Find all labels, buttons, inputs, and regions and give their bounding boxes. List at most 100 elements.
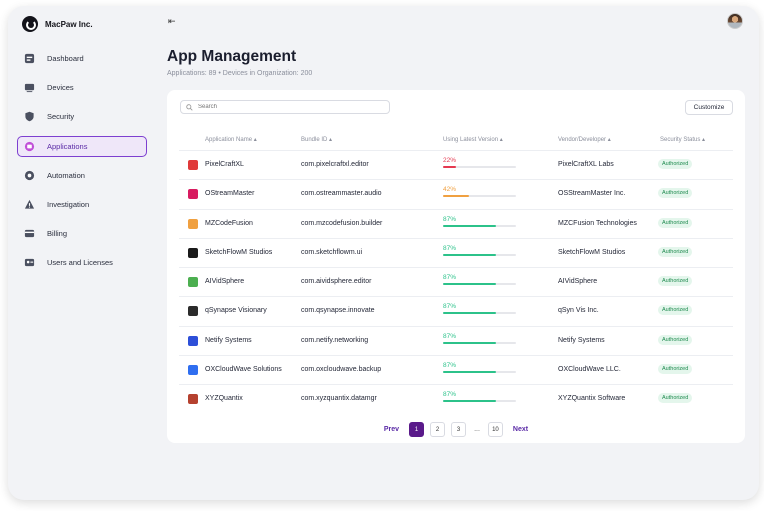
latest-version-bar-fill xyxy=(443,195,469,198)
status-badge: Authorized xyxy=(658,217,693,228)
applications-icon xyxy=(24,141,35,152)
latest-version-percent: 87% xyxy=(443,303,457,311)
sidebar: Dashboard Devices Security Applications … xyxy=(17,48,147,282)
app-icon xyxy=(188,218,198,229)
page-button-2[interactable]: 2 xyxy=(430,422,446,437)
sidebar-item-users-and-licenses[interactable]: Users and Licenses xyxy=(17,252,147,273)
latest-version-bar xyxy=(443,341,516,344)
latest-version-bar-fill xyxy=(443,312,497,315)
vendor-name: MZCFusion Technologies xyxy=(558,219,637,227)
customize-button[interactable]: Customize xyxy=(685,100,733,115)
billing-icon xyxy=(24,228,35,239)
latest-version-bar xyxy=(443,166,516,168)
latest-version-bar-fill xyxy=(443,166,457,168)
app-name[interactable]: XYZQuantix xyxy=(205,395,243,402)
sidebar-item-applications[interactable]: Applications xyxy=(17,135,147,157)
latest-version-bar xyxy=(443,253,516,256)
status-badge: Authorized xyxy=(658,159,693,169)
vendor-name: OXCloudWave LLC. xyxy=(558,366,621,374)
app-name[interactable]: AIVidSphere xyxy=(205,278,244,285)
bundle-id: com.pixelcraftxl.editor xyxy=(301,161,369,168)
latest-version-percent: 87% xyxy=(443,215,457,223)
sidebar-item-label: Users and Licenses xyxy=(47,258,113,268)
macpaw-logo-icon xyxy=(22,16,38,32)
table-row[interactable]: OStreamMaster com.ostreammaster.audio 42% O… xyxy=(179,179,733,208)
investigation-icon xyxy=(24,199,35,210)
latest-version-bar-fill xyxy=(443,224,497,227)
sidebar-item-label: Billing xyxy=(47,229,68,239)
sidebar-item-investigation[interactable]: Investigation xyxy=(17,194,147,215)
status-badge: Authorized xyxy=(658,334,693,345)
status-badge: Authorized xyxy=(658,305,693,316)
page-subtitle: Applications: 89 • Devices in Organizati… xyxy=(167,70,313,77)
page-button-3[interactable]: 3 xyxy=(451,422,467,437)
next-page-button[interactable]: Next xyxy=(509,426,532,433)
table-row[interactable]: Netify Systems com.netify.networking 87% Ne… xyxy=(179,325,733,355)
app-name[interactable]: Netify Systems xyxy=(205,337,252,344)
table-row[interactable]: AIVidSphere com.aividsphere.editor 87% AIVi… xyxy=(179,267,733,296)
sidebar-item-dashboard[interactable]: Dashboard xyxy=(17,48,147,69)
status-badge: Authorized xyxy=(658,276,693,287)
latest-version-bar-fill xyxy=(443,253,497,256)
latest-version-percent: 87% xyxy=(443,391,457,399)
column-header-application-name[interactable]: Application Name ▴ xyxy=(205,136,257,143)
app-name[interactable]: SketchFlowM Studios xyxy=(205,249,272,256)
sidebar-item-label: Applications xyxy=(47,141,88,151)
search-input[interactable] xyxy=(198,104,378,110)
table-row[interactable]: OXCloudWave Solutions com.oxcloudwave.bac… xyxy=(179,355,733,384)
latest-version-percent: 87% xyxy=(443,274,457,282)
table-row[interactable]: SketchFlowM Studios com.sketchflowm.ui 87%… xyxy=(179,237,733,267)
column-header-bundle-id[interactable]: Bundle ID ▴ xyxy=(301,136,332,143)
sidebar-item-automation[interactable]: Automation xyxy=(17,165,147,186)
app-name[interactable]: MZCodeFusion xyxy=(205,220,253,227)
table-row[interactable]: PixelCraftXL com.pixelcraftxl.editor 22% Pi… xyxy=(179,150,733,179)
bundle-id: com.ostreammaster.audio xyxy=(301,190,382,198)
sidebar-item-devices[interactable]: Devices xyxy=(17,77,147,98)
status-badge: Authorized xyxy=(658,188,693,199)
app-name[interactable]: qSynapse Visionary xyxy=(205,307,267,314)
vendor-name: Netify Systems xyxy=(558,336,605,344)
users-icon xyxy=(24,257,35,268)
latest-version-bar xyxy=(443,371,516,374)
bundle-id: com.qsynapse.innovate xyxy=(301,307,375,315)
table-row[interactable]: qSynapse Visionary com.qsynapse.innovate 8… xyxy=(179,296,733,325)
vendor-name: OSStreamMaster Inc. xyxy=(558,190,626,198)
apps-table-card: Customize Application Name ▴ Bundle ID ▴… xyxy=(167,90,745,443)
shield-icon xyxy=(24,111,35,122)
vendor-name: SketchFlowM Studios xyxy=(558,248,626,256)
latest-version-bar xyxy=(443,224,516,227)
column-header-latest-version[interactable]: Using Latest Version ▴ xyxy=(443,136,503,143)
bundle-id: com.mzcodefusion.builder xyxy=(301,219,383,227)
prev-page-button[interactable]: Prev xyxy=(380,426,403,433)
bundle-id: com.xyzquantix.datamgr xyxy=(301,395,377,403)
app-name[interactable]: OStreamMaster xyxy=(205,190,254,197)
vendor-name: PixelCraftXL Labs xyxy=(558,161,614,168)
pagination-ellipsis: ... xyxy=(474,426,480,433)
avatar[interactable] xyxy=(727,13,743,29)
collapse-sidebar-icon[interactable]: ⇤ xyxy=(168,16,176,27)
bundle-id: com.sketchflowm.ui xyxy=(301,248,363,256)
sidebar-item-label: Devices xyxy=(47,83,74,93)
vendor-name: AIVidSphere xyxy=(558,278,598,286)
table-row[interactable]: XYZQuantix com.xyzquantix.datamgr 87% XYZQu… xyxy=(179,384,733,413)
dashboard-icon xyxy=(24,53,35,64)
table-row[interactable]: MZCodeFusion com.mzcodefusion.builder 87% M… xyxy=(179,208,733,238)
column-header-security-status[interactable]: Security Status ▴ xyxy=(660,136,705,143)
latest-version-bar-fill xyxy=(443,341,497,344)
app-name[interactable]: PixelCraftXL xyxy=(205,161,244,168)
status-badge: Authorized xyxy=(658,393,693,404)
column-header-vendor[interactable]: Vendor/Developer ▴ xyxy=(558,136,611,143)
search-box[interactable] xyxy=(180,100,390,114)
page-button-10[interactable]: 10 xyxy=(487,422,503,437)
sidebar-item-billing[interactable]: Billing xyxy=(17,223,147,244)
app-icon xyxy=(188,365,198,376)
latest-version-bar xyxy=(443,312,516,315)
page-title: App Management xyxy=(167,48,297,65)
sidebar-item-security[interactable]: Security xyxy=(17,106,147,127)
app-name[interactable]: OXCloudWave Solutions xyxy=(205,366,282,373)
page-button-1[interactable]: 1 xyxy=(409,422,425,437)
latest-version-percent: 87% xyxy=(443,332,457,340)
app-icon xyxy=(188,335,198,346)
latest-version-percent: 42% xyxy=(443,186,457,194)
sidebar-item-label: Security xyxy=(47,112,75,122)
